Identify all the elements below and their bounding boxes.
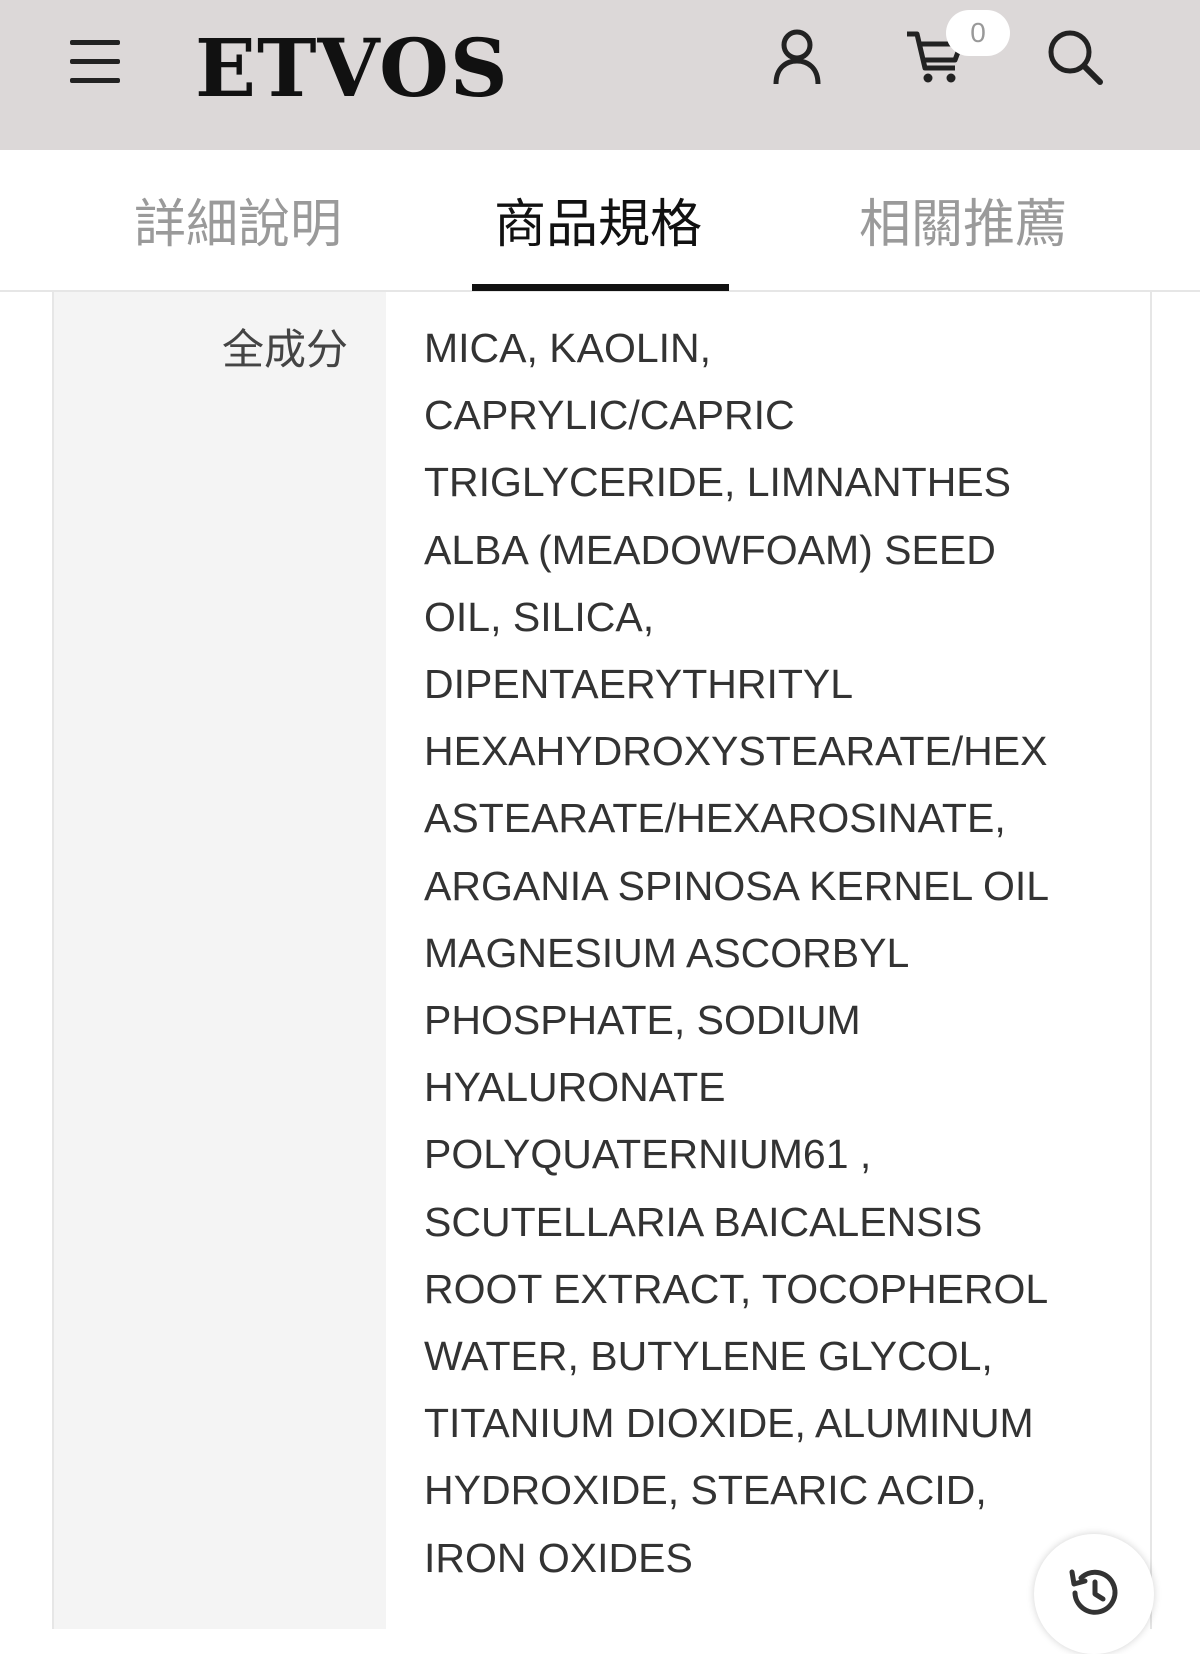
brand-logo[interactable]: ETVOS: [195, 18, 509, 118]
spec-label: 全成分: [221, 325, 348, 374]
ingredients-line: PHOSPHATE, SODIUM: [424, 997, 861, 1044]
tab-specifications[interactable]: 商品規格: [478, 190, 718, 260]
ingredients-line: DIPENTAERYTHRITYL: [424, 661, 854, 708]
search-icon[interactable]: [1046, 28, 1104, 86]
ingredients-line: ALBA (MEADOWFOAM) SEED: [424, 526, 996, 573]
ingredients-line: SCUTELLARIA BAICALENSIS: [424, 1198, 983, 1245]
ingredients-line: WATER, BUTYLENE GLYCOL,: [424, 1333, 993, 1380]
ingredients-text: MICA, KAOLIN, CAPRYLIC/CAPRIC TRIGLYCERI…: [424, 315, 1144, 1592]
top-nav-bar: ETVOS 0: [0, 0, 1200, 150]
tab-details[interactable]: 詳細說明: [118, 190, 358, 260]
product-tabs: 詳細說明 商品規格 相關推薦: [0, 150, 1200, 292]
ingredients-line: ASTEARATE/HEXAROSINATE,: [424, 795, 1006, 842]
ingredients-line: ARGANIA SPINOSA KERNEL OIL: [424, 862, 1050, 909]
history-icon: [1069, 1569, 1118, 1615]
cart-count-badge: 0: [946, 10, 1010, 56]
ingredients-line: HEXAHYDROXYSTEARATE/HEX: [424, 728, 1048, 775]
spec-table: 全成分 MICA, KAOLIN, CAPRYLIC/CAPRIC TRIGLY…: [52, 292, 1152, 1629]
ingredients-line: HYALURONATE: [424, 1064, 726, 1111]
ingredients-line: MAGNESIUM ASCORBYL: [424, 929, 910, 976]
ingredients-line: TITANIUM DIOXIDE, ALUMINUM: [424, 1400, 1034, 1447]
ingredients-line: TRIGLYCERIDE, LIMNANTHES: [424, 459, 1011, 506]
spec-label-cell: 全成分: [54, 292, 386, 1629]
ingredients-line: CAPRYLIC/CAPRIC: [424, 392, 795, 439]
ingredients-line: MICA, KAOLIN,: [424, 325, 712, 371]
tab-recommendations[interactable]: 相關推薦: [843, 190, 1083, 260]
ingredients-line: HYDROXIDE, STEARIC ACID,: [424, 1467, 987, 1514]
user-icon[interactable]: [772, 28, 822, 86]
active-tab-indicator: [472, 284, 729, 291]
history-button[interactable]: [1034, 1534, 1154, 1654]
ingredients-line: OIL, SILICA,: [424, 593, 655, 640]
ingredients-line: POLYQUATERNIUM61 ,: [424, 1131, 872, 1178]
menu-icon[interactable]: [70, 40, 122, 84]
ingredients-line: ROOT EXTRACT, TOCOPHEROL: [424, 1265, 1049, 1312]
